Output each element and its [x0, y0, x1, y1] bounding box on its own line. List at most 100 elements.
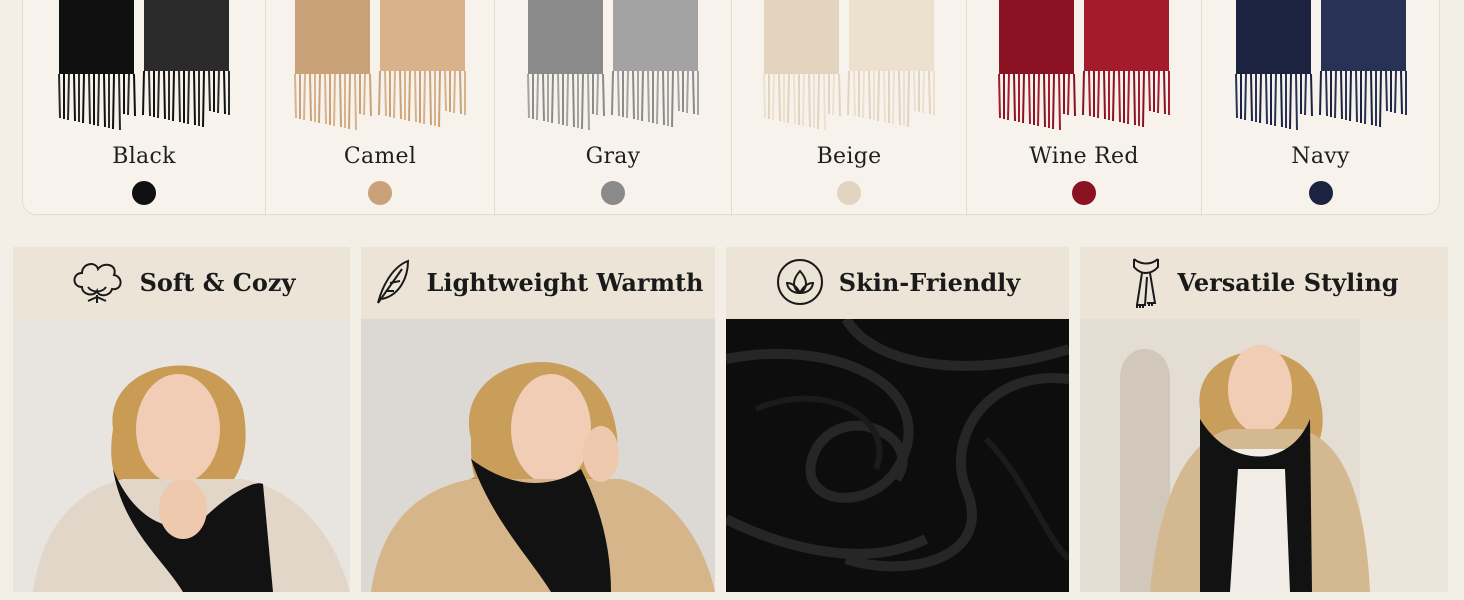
fringe-strand — [1052, 73, 1055, 130]
fringe-strand — [1363, 70, 1367, 125]
fringe-strand — [1163, 70, 1166, 115]
fringe-strand — [778, 73, 781, 122]
feature-title: Skin-Friendly — [838, 267, 1021, 297]
fringe-strand — [459, 70, 462, 115]
fringe-strand — [1309, 73, 1313, 117]
fringe-strand — [868, 70, 871, 120]
fringe-strand — [662, 70, 665, 126]
fringe-strand — [1378, 70, 1382, 128]
fringe-strand — [913, 70, 916, 112]
fringe-strand — [133, 73, 136, 117]
feature-card-skin-friendly: Skin-Friendly — [726, 247, 1069, 592]
fringe-strand — [602, 73, 605, 117]
fringe-strand — [333, 73, 336, 127]
fringe-strand — [112, 73, 115, 130]
fringe-strand — [1369, 70, 1373, 126]
fringe-strand — [566, 73, 569, 127]
fringe-strand — [1088, 70, 1091, 117]
feature-photo — [13, 319, 350, 592]
fringe-strand — [641, 70, 644, 122]
fringe-strand — [922, 70, 925, 114]
fringe-strand — [294, 73, 297, 119]
fringe-strand — [408, 70, 411, 122]
feature-icon — [377, 259, 410, 304]
fringe-strand — [148, 70, 151, 117]
fringe-strand — [127, 73, 130, 116]
fringe-strand — [1058, 73, 1061, 131]
color-dot[interactable] — [1072, 181, 1096, 205]
fringe-strand — [348, 73, 351, 130]
fringe-strand — [581, 73, 584, 130]
fringe-strand — [626, 70, 629, 119]
fringe-strand — [793, 73, 796, 125]
fringe-strand — [1148, 70, 1151, 112]
color-dot[interactable] — [1308, 181, 1333, 205]
fringe-strand — [542, 73, 545, 122]
color-name: Navy — [1291, 144, 1350, 169]
fringe-strand — [163, 70, 166, 120]
color-dot[interactable] — [601, 181, 625, 205]
scarf-image — [294, 0, 466, 131]
feature-photo — [1080, 319, 1448, 592]
fringe-strand — [551, 73, 554, 124]
fringe-strand — [647, 70, 650, 123]
fringe-strand — [536, 73, 539, 121]
fringe-strand — [172, 70, 175, 122]
color-option-wine-red[interactable]: Wine Red — [966, 0, 1201, 216]
fringe-strand — [414, 70, 417, 123]
fringe-strand — [58, 73, 61, 119]
fringe-strand — [853, 70, 856, 117]
fringe-strand — [1399, 70, 1403, 115]
fringe-strand — [393, 70, 396, 119]
fringe-strand — [1249, 73, 1253, 122]
feature-title: Soft & Cozy — [139, 267, 296, 297]
fringe-strand — [378, 70, 381, 116]
color-name: Camel — [343, 144, 417, 169]
fringe-strand — [1073, 73, 1076, 117]
fringe-strand — [1234, 73, 1238, 119]
color-option-beige[interactable]: Beige — [731, 0, 966, 216]
color-dot[interactable] — [837, 181, 861, 205]
fringe-strand — [847, 70, 850, 116]
fringe-strand — [193, 70, 196, 126]
fringe-strand — [632, 70, 635, 120]
color-dot[interactable] — [132, 181, 156, 205]
fringe-strand — [187, 70, 190, 125]
fringe-strand — [88, 73, 91, 125]
fringe-strand — [1133, 70, 1136, 126]
feature-photo — [361, 319, 715, 592]
fringe-strand — [527, 73, 530, 119]
fringe-strand — [1243, 73, 1247, 121]
feature-photo — [726, 319, 1069, 592]
fringe-strand — [1318, 70, 1322, 116]
fringe-strand — [118, 73, 121, 131]
fringe-strand — [363, 73, 366, 116]
fringe-strand — [763, 73, 766, 119]
fringe-strand — [1007, 73, 1010, 121]
fringe-strand — [217, 70, 220, 114]
fringe-strand — [883, 70, 886, 123]
fringe-strand — [178, 70, 181, 123]
fringe-strand — [157, 70, 160, 119]
feature-header: Versatile Styling — [1080, 247, 1448, 317]
color-option-black[interactable]: Black — [23, 0, 265, 216]
fringe-strand — [399, 70, 402, 120]
fringe-strand — [998, 73, 1001, 119]
fringe-strand — [656, 70, 659, 125]
fringe-strand — [587, 73, 590, 131]
fringe-strand — [444, 70, 447, 112]
fringe-strand — [817, 73, 820, 130]
fringe-strand — [354, 73, 357, 131]
feature-title: Versatile Styling — [1177, 267, 1399, 297]
color-option-navy[interactable]: Navy — [1201, 0, 1439, 216]
color-option-camel[interactable]: Camel — [265, 0, 494, 216]
color-dot[interactable] — [368, 181, 392, 205]
color-option-gray[interactable]: Gray — [494, 0, 731, 216]
fringe-strand — [1043, 73, 1046, 128]
color-name: Black — [112, 144, 176, 169]
fringe-strand — [438, 70, 441, 128]
feature-card-versatile-styling: Versatile Styling — [1080, 247, 1448, 592]
fringe-strand — [1348, 70, 1352, 122]
fringe-strand — [898, 70, 901, 126]
feature-title: Lightweight Warmth — [426, 267, 704, 297]
